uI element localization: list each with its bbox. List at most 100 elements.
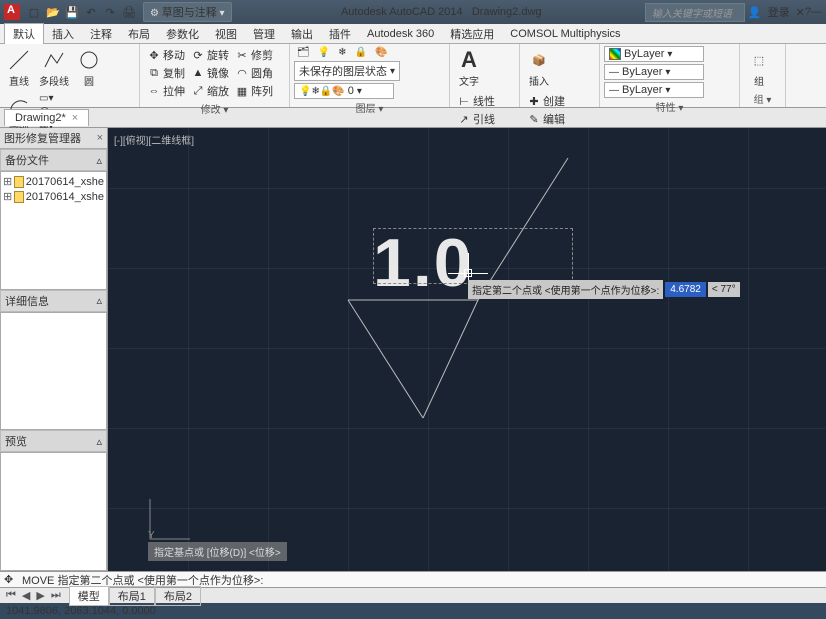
array-button[interactable]: ▦阵列 bbox=[232, 82, 276, 100]
search-input[interactable]: 输入关键字或短语 bbox=[645, 3, 745, 22]
tab-output[interactable]: 输出 bbox=[283, 24, 321, 44]
signin-button[interactable]: 👤 登录 bbox=[745, 4, 796, 20]
lineweight-dropdown[interactable]: — ByLayer ▾ bbox=[604, 64, 704, 80]
tab-view[interactable]: 视图 bbox=[207, 24, 245, 44]
close-tab-icon[interactable]: × bbox=[72, 112, 78, 124]
group-label-props: 特性 ▾ bbox=[604, 98, 735, 115]
dynamic-input[interactable]: 指定第二个点或 <使用第一个点作为位移>: 4.6782 < 77° bbox=[468, 280, 740, 299]
preview-section[interactable]: 预览▵ bbox=[0, 430, 107, 452]
main-area: 图形修复管理器× 备份文件▵ ⊞20170614_xshe ⊞20170614_… bbox=[0, 128, 826, 571]
backup-tree[interactable]: ⊞20170614_xshe ⊞20170614_xshe bbox=[0, 171, 107, 290]
group-label-grp: 组 ▾ bbox=[744, 90, 781, 107]
stretch-button[interactable]: ⇔拉伸 bbox=[144, 82, 188, 100]
minimize-icon[interactable]: — bbox=[811, 6, 822, 18]
details-tree[interactable] bbox=[0, 312, 107, 431]
rotate-button[interactable]: ⟳旋转 bbox=[188, 46, 232, 64]
tab-manage[interactable]: 管理 bbox=[245, 24, 283, 44]
create-button[interactable]: ✚创建 bbox=[524, 92, 590, 110]
leader-button[interactable]: ↗引线 bbox=[454, 110, 498, 128]
copy-button[interactable]: ⧉复制 bbox=[144, 64, 188, 82]
tab-insert[interactable]: 插入 bbox=[44, 24, 82, 44]
dyn-angle[interactable]: < 77° bbox=[708, 282, 740, 297]
app-logo[interactable] bbox=[4, 4, 20, 20]
redo-icon[interactable]: ↷ bbox=[102, 4, 118, 20]
tab-360[interactable]: Autodesk 360 bbox=[359, 26, 442, 42]
folder-icon bbox=[14, 176, 23, 188]
recovery-panel: 图形修复管理器× 备份文件▵ ⊞20170614_xshe ⊞20170614_… bbox=[0, 128, 108, 571]
close-panel-icon[interactable]: × bbox=[97, 132, 103, 144]
fillet-button[interactable]: ◠圆角 bbox=[232, 64, 276, 82]
layer-icon2[interactable]: ❄ bbox=[335, 46, 349, 59]
group-label-modify: 修改 ▾ bbox=[144, 100, 285, 117]
workspace-selector[interactable]: ⚙ 草图与注释 ▾ bbox=[143, 2, 232, 22]
polyline-button[interactable]: 多段线 bbox=[36, 46, 72, 90]
tab-featured[interactable]: 精选应用 bbox=[442, 24, 502, 44]
open-icon[interactable]: 📂 bbox=[45, 4, 61, 20]
tree-item[interactable]: ⊞20170614_xshe bbox=[3, 174, 104, 189]
tab-plugins[interactable]: 插件 bbox=[321, 24, 359, 44]
save-icon[interactable]: 💾 bbox=[64, 4, 80, 20]
text-button[interactable]: A文字 bbox=[454, 46, 484, 90]
drawing-tab[interactable]: Drawing2*× bbox=[4, 109, 89, 126]
folder-icon bbox=[14, 191, 23, 203]
group-label-layer: 图层 ▾ bbox=[294, 99, 445, 116]
prev-tab-icon[interactable]: ◀ bbox=[20, 589, 32, 602]
ribbon: 直线 多段线 圆 圆弧 ▭▾ ◯▾ ▦▾ 绘图 ▾ ✥移动 ⟳旋转 ✂修剪 ⧉复… bbox=[0, 44, 826, 108]
backup-section[interactable]: 备份文件▵ bbox=[0, 149, 107, 171]
group-button[interactable]: ⬚组 bbox=[744, 46, 774, 90]
first-tab-icon[interactable]: ⏮ bbox=[4, 589, 18, 602]
ribbon-group-draw: 直线 多段线 圆 圆弧 ▭▾ ◯▾ ▦▾ 绘图 ▾ bbox=[0, 44, 140, 107]
linear-dim-button[interactable]: ⊢线性 bbox=[454, 92, 498, 110]
ribbon-group-layer: 🗂 💡 ❄ 🔒 🎨 未保存的图层状态 ▾ 💡❄🔒🎨 0 ▾ 图层 ▾ bbox=[290, 44, 450, 107]
layout1-tab[interactable]: 布局1 bbox=[109, 586, 155, 606]
preview-box bbox=[0, 452, 107, 571]
tab-annotate[interactable]: 注释 bbox=[82, 24, 120, 44]
undo-icon[interactable]: ↶ bbox=[83, 4, 99, 20]
tab-parametric[interactable]: 参数化 bbox=[158, 24, 207, 44]
layer-icon[interactable]: 💡 bbox=[315, 46, 333, 59]
model-tab[interactable]: 模型 bbox=[69, 586, 109, 606]
dyn-distance[interactable]: 4.6782 bbox=[665, 282, 706, 297]
drawing-canvas[interactable]: [-][俯视][二维线框] 1.0 指定第二个点或 <使用第一个点作为位移>: … bbox=[108, 128, 826, 571]
cmd-icon: ✥ bbox=[4, 573, 18, 586]
tab-default[interactable]: 默认 bbox=[4, 23, 44, 44]
layer-icon4[interactable]: 🎨 bbox=[372, 46, 390, 59]
rect-icon[interactable]: ▭▾ bbox=[36, 92, 58, 105]
scale-button[interactable]: ⤢缩放 bbox=[188, 82, 232, 100]
last-tab-icon[interactable]: ⏭ bbox=[49, 589, 63, 602]
ribbon-group-block: 📦插入 ✚创建 ✎编辑 ✎编辑属性 块 ▾ bbox=[520, 44, 600, 107]
exchange-icon[interactable]: ✕ bbox=[796, 6, 805, 19]
tree-item[interactable]: ⊞20170614_xshe bbox=[3, 189, 104, 204]
layer-state-dropdown[interactable]: 未保存的图层状态 ▾ bbox=[294, 61, 400, 81]
layout-tabs: ⏮ ◀ ▶ ⏭ 模型 布局1 布局2 bbox=[0, 587, 826, 603]
panel-title: 图形修复管理器× bbox=[0, 128, 107, 149]
line-button[interactable]: 直线 bbox=[4, 46, 34, 90]
titlebar: ▢ 📂 💾 ↶ ↷ 🖨 ⚙ 草图与注释 ▾ Autodesk AutoCAD 2… bbox=[0, 0, 826, 24]
layer-current-dropdown[interactable]: 💡❄🔒🎨 0 ▾ bbox=[294, 83, 394, 99]
insert-button[interactable]: 📦插入 bbox=[524, 46, 554, 90]
ribbon-group-annot: A文字 ⊢线性 ↗引线 ▦表格 注释 ▾ bbox=[450, 44, 520, 107]
quick-access-toolbar: ▢ 📂 💾 ↶ ↷ 🖨 bbox=[26, 4, 137, 20]
color-dropdown[interactable]: ByLayer ▾ bbox=[604, 46, 704, 62]
next-tab-icon[interactable]: ▶ bbox=[34, 589, 46, 602]
drawing-triangle bbox=[338, 158, 688, 458]
linetype-dropdown[interactable]: — ByLayer ▾ bbox=[604, 82, 704, 98]
print-icon[interactable]: 🖨 bbox=[121, 4, 137, 20]
coordinates: 1041.9806, 2063.1044, 0.0000 bbox=[6, 605, 156, 617]
ucs-icon[interactable] bbox=[150, 499, 190, 539]
viewport-label[interactable]: [-][俯视][二维线框] bbox=[114, 132, 194, 147]
trim-button[interactable]: ✂修剪 bbox=[232, 46, 276, 64]
layer-props-icon[interactable]: 🗂 bbox=[294, 46, 313, 59]
details-section[interactable]: 详细信息▵ bbox=[0, 290, 107, 312]
edit-button[interactable]: ✎编辑 bbox=[524, 110, 590, 128]
layout2-tab[interactable]: 布局2 bbox=[155, 586, 201, 606]
move-button[interactable]: ✥移动 bbox=[144, 46, 188, 64]
ribbon-tabs: 默认 插入 注释 布局 参数化 视图 管理 输出 插件 Autodesk 360… bbox=[0, 24, 826, 44]
circle-button[interactable]: 圆 bbox=[74, 46, 104, 90]
tab-layout[interactable]: 布局 bbox=[120, 24, 158, 44]
ribbon-group-modify: ✥移动 ⟳旋转 ✂修剪 ⧉复制 ▲镜像 ◠圆角 ⇔拉伸 ⤢缩放 ▦阵列 修改 ▾ bbox=[140, 44, 290, 107]
tab-comsol[interactable]: COMSOL Multiphysics bbox=[502, 26, 628, 42]
mirror-button[interactable]: ▲镜像 bbox=[188, 64, 232, 82]
new-icon[interactable]: ▢ bbox=[26, 4, 42, 20]
layer-icon3[interactable]: 🔒 bbox=[352, 46, 370, 59]
